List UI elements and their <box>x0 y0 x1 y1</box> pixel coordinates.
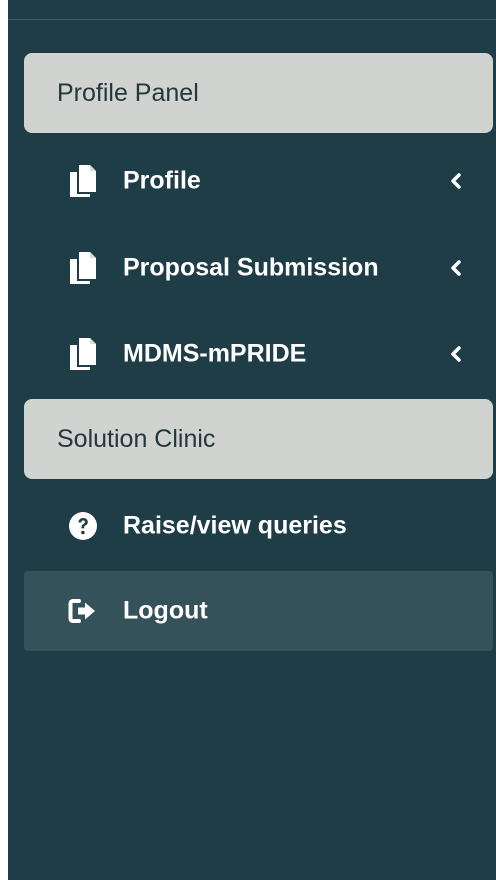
sidebar-item-raise-view-queries[interactable]: Raise/view queries <box>24 486 493 566</box>
sidebar-item-mdms-mpride[interactable]: MDMS-mPRIDE <box>24 314 493 394</box>
chevron-left-icon[interactable] <box>447 345 463 363</box>
sidebar-item-label: Profile <box>123 166 201 195</box>
top-divider <box>8 19 496 20</box>
sidebar-item-proposal-submission[interactable]: Proposal Submission <box>24 228 493 308</box>
section-header-solution-clinic: Solution Clinic <box>24 399 493 479</box>
section-header-label: Solution Clinic <box>57 424 216 453</box>
section-header-profile-panel: Profile Panel <box>24 53 493 133</box>
chevron-left-icon[interactable] <box>447 172 463 190</box>
sidebar-item-profile[interactable]: Profile <box>24 141 493 221</box>
sidebar-item-label: Proposal Submission <box>123 253 379 282</box>
copy-document-icon <box>66 337 100 371</box>
sidebar: Profile Panel Profile Proposal Submissio… <box>8 0 496 880</box>
section-header-label: Profile Panel <box>57 78 199 107</box>
copy-document-icon <box>66 164 100 198</box>
sidebar-item-label: MDMS-mPRIDE <box>123 339 307 368</box>
question-circle-icon <box>66 509 100 543</box>
sidebar-item-label: Logout <box>123 596 208 625</box>
copy-document-icon <box>66 251 100 285</box>
sidebar-item-logout[interactable]: Logout <box>24 571 493 651</box>
chevron-left-icon[interactable] <box>447 259 463 277</box>
logout-icon <box>66 594 100 628</box>
sidebar-item-label: Raise/view queries <box>123 511 347 540</box>
